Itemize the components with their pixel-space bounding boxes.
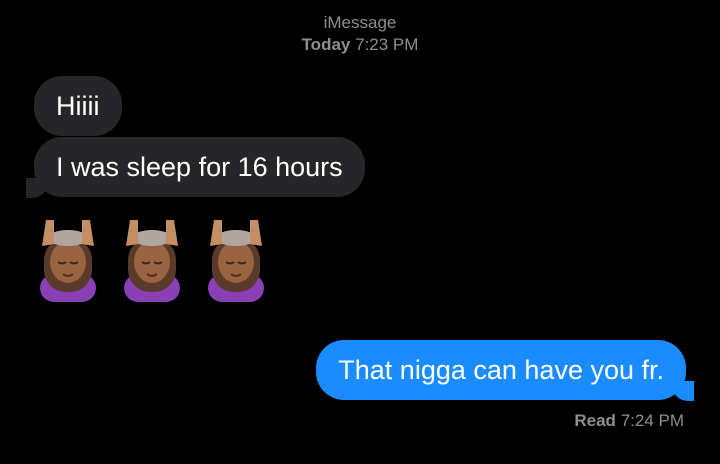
person-getting-massage-icon [124, 220, 180, 302]
read-receipt: Read 7:24 PM [574, 410, 684, 432]
thread-header: iMessage Today 7:23 PM [0, 12, 720, 56]
timestamp-time: 7:23 PM [355, 35, 419, 54]
emoji-message[interactable] [36, 216, 268, 302]
message-bubble-outgoing[interactable]: That nigga can have you fr. [316, 340, 686, 400]
read-label: Read [574, 411, 616, 430]
service-label: iMessage [323, 13, 397, 32]
message-bubble-incoming[interactable]: Hiiii [34, 76, 122, 136]
person-getting-massage-icon [208, 220, 264, 302]
read-time: 7:24 PM [620, 411, 684, 430]
timestamp: Today 7:23 PM [0, 34, 720, 56]
message-thread: iMessage Today 7:23 PM Hiiii I was sleep… [0, 0, 720, 464]
timestamp-day: Today [301, 35, 351, 54]
message-bubble-incoming[interactable]: I was sleep for 16 hours [34, 137, 365, 197]
person-getting-massage-icon [40, 220, 96, 302]
